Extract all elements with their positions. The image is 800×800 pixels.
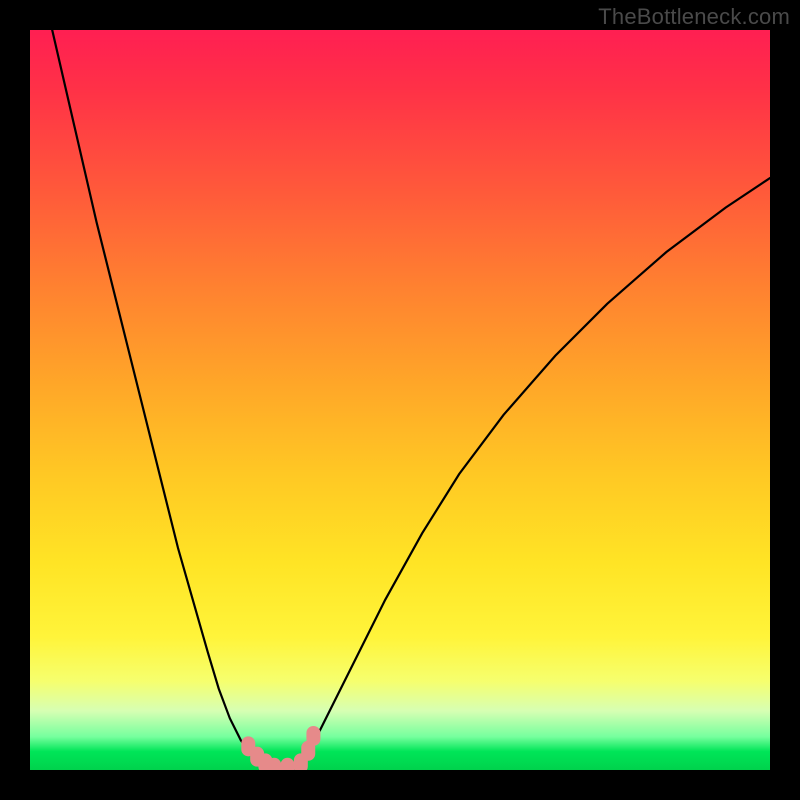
highlight-marker: [306, 726, 320, 746]
watermark-text: TheBottleneck.com: [598, 4, 790, 30]
curve-right-curve: [296, 178, 770, 770]
curve-left-curve: [52, 30, 274, 770]
chart-frame: TheBottleneck.com: [0, 0, 800, 800]
plot-area: [30, 30, 770, 770]
highlight-marker: [281, 758, 295, 770]
curve-layer: [30, 30, 770, 770]
